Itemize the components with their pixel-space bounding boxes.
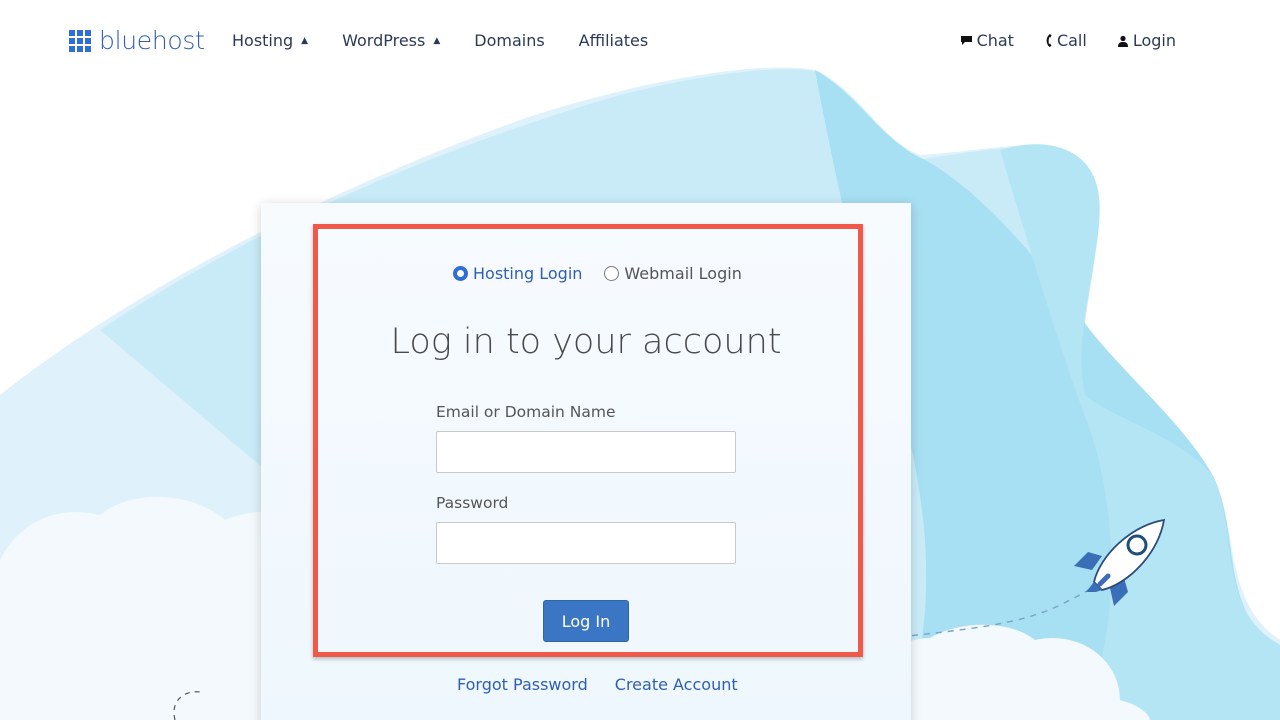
email-label: Email or Domain Name: [436, 403, 616, 421]
login-link[interactable]: Login: [1117, 31, 1176, 50]
nav-item-hosting[interactable]: Hosting ▲: [232, 31, 308, 50]
radio-label: Hosting Login: [473, 264, 583, 283]
webmail-login-radio[interactable]: Webmail Login: [604, 264, 742, 283]
login-type-selector: Hosting Login Webmail Login: [453, 264, 742, 283]
forgot-password-link[interactable]: Forgot Password: [457, 675, 588, 694]
radio-selected-icon: [453, 266, 468, 281]
call-link[interactable]: Call: [1044, 31, 1087, 50]
password-label: Password: [436, 494, 509, 512]
main-nav: Hosting ▲ WordPress ▲ Domains Affiliates: [232, 31, 682, 50]
logo-grid-icon: [69, 29, 91, 52]
bluehost-logo[interactable]: bluehost: [69, 26, 205, 55]
nav-item-affiliates[interactable]: Affiliates: [579, 31, 649, 50]
nav-item-label: Hosting: [232, 31, 294, 50]
create-account-link[interactable]: Create Account: [615, 675, 738, 694]
logo-text: bluehost: [99, 26, 205, 55]
hosting-login-radio[interactable]: Hosting Login: [453, 264, 582, 283]
radio-unselected-icon: [604, 266, 620, 281]
nav-item-domains[interactable]: Domains: [474, 31, 544, 50]
nav-item-label: WordPress: [342, 31, 426, 50]
radio-label: Webmail Login: [624, 264, 742, 283]
login-title: Log in to your account: [390, 322, 782, 362]
phone-icon: [1046, 34, 1052, 47]
account-links: Forgot Password Create Account: [457, 675, 738, 694]
nav-item-label: Affiliates: [578, 31, 649, 50]
nav-item-wordpress[interactable]: WordPress ▲: [342, 31, 440, 50]
login-button[interactable]: Log In: [543, 600, 629, 642]
chat-label: Chat: [976, 31, 1014, 50]
chat-bubble-icon: [960, 36, 972, 45]
user-icon: [1117, 35, 1128, 47]
email-field[interactable]: [436, 431, 736, 473]
site-header: bluehost Hosting ▲ WordPress ▲ Domains A…: [0, 0, 1280, 82]
utility-nav: Chat Call Login: [960, 31, 1176, 50]
caret-up-icon: ▲: [301, 35, 309, 46]
call-label: Call: [1056, 31, 1087, 50]
password-field[interactable]: [436, 522, 736, 564]
nav-item-label: Domains: [474, 31, 545, 50]
login-label: Login: [1132, 31, 1176, 50]
rocket-icon: [1074, 518, 1166, 606]
chat-link[interactable]: Chat: [960, 31, 1014, 50]
caret-up-icon: ▲: [433, 35, 441, 46]
